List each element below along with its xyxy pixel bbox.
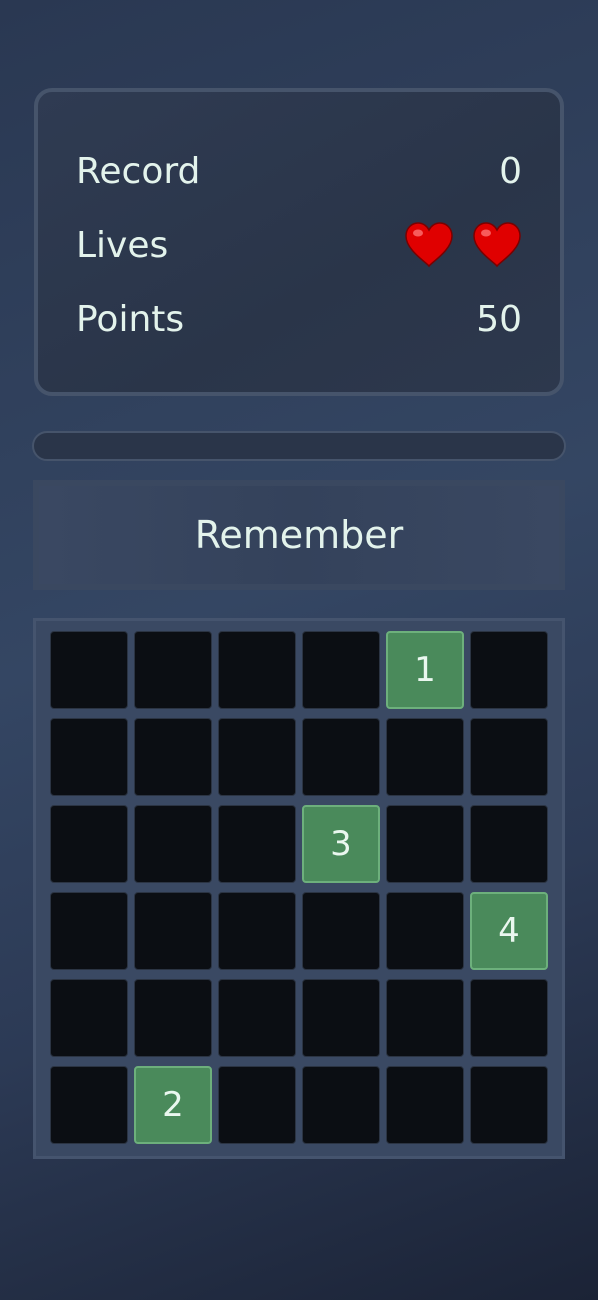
points-value: 50 bbox=[476, 298, 522, 340]
grid-tile[interactable] bbox=[386, 1066, 464, 1144]
grid-tile[interactable] bbox=[470, 1066, 548, 1144]
grid-tile[interactable] bbox=[470, 805, 548, 883]
lives-hearts bbox=[404, 222, 522, 268]
lives-row: Lives bbox=[76, 220, 522, 270]
phase-label: Remember bbox=[194, 513, 404, 557]
progress-bar bbox=[32, 431, 566, 461]
grid-tile[interactable] bbox=[134, 718, 212, 796]
phase-banner: Remember bbox=[33, 480, 565, 590]
grid-tile-revealed[interactable]: 1 bbox=[386, 631, 464, 709]
grid-tile[interactable] bbox=[134, 892, 212, 970]
heart-icon bbox=[473, 222, 521, 268]
grid-tile[interactable] bbox=[386, 892, 464, 970]
grid-tile-revealed[interactable]: 3 bbox=[302, 805, 380, 883]
grid-tile[interactable] bbox=[386, 979, 464, 1057]
grid-tile[interactable] bbox=[470, 979, 548, 1057]
grid-tile[interactable] bbox=[470, 631, 548, 709]
stats-panel: Record 0 Lives Points 50 bbox=[34, 88, 564, 396]
grid-tile[interactable] bbox=[50, 805, 128, 883]
grid-tile-revealed[interactable]: 2 bbox=[134, 1066, 212, 1144]
grid-tile[interactable] bbox=[218, 631, 296, 709]
grid-tile[interactable] bbox=[302, 631, 380, 709]
points-row: Points 50 bbox=[76, 294, 522, 344]
grid-tile[interactable] bbox=[218, 979, 296, 1057]
grid-tile[interactable] bbox=[134, 979, 212, 1057]
grid-tile-revealed[interactable]: 4 bbox=[470, 892, 548, 970]
grid-tile[interactable] bbox=[50, 718, 128, 796]
grid-tile[interactable] bbox=[50, 631, 128, 709]
grid-tile[interactable] bbox=[218, 1066, 296, 1144]
record-row: Record 0 bbox=[76, 146, 522, 196]
grid-tile[interactable] bbox=[302, 979, 380, 1057]
grid-tile[interactable] bbox=[218, 718, 296, 796]
grid-tile[interactable] bbox=[50, 892, 128, 970]
memory-grid: 1 3 4 2 bbox=[33, 618, 565, 1159]
grid-tile[interactable] bbox=[302, 892, 380, 970]
grid-tile[interactable] bbox=[50, 1066, 128, 1144]
grid-tile[interactable] bbox=[302, 718, 380, 796]
grid-tile[interactable] bbox=[134, 631, 212, 709]
record-label: Record bbox=[76, 150, 201, 192]
heart-icon bbox=[405, 222, 453, 268]
grid-tile[interactable] bbox=[50, 979, 128, 1057]
grid-tile[interactable] bbox=[386, 718, 464, 796]
grid-tile[interactable] bbox=[470, 718, 548, 796]
record-value: 0 bbox=[499, 150, 522, 192]
grid-tile[interactable] bbox=[386, 805, 464, 883]
grid-tile[interactable] bbox=[218, 805, 296, 883]
grid-tile[interactable] bbox=[302, 1066, 380, 1144]
points-label: Points bbox=[76, 298, 185, 340]
lives-label: Lives bbox=[76, 224, 169, 266]
grid-tile[interactable] bbox=[218, 892, 296, 970]
grid-tile[interactable] bbox=[134, 805, 212, 883]
